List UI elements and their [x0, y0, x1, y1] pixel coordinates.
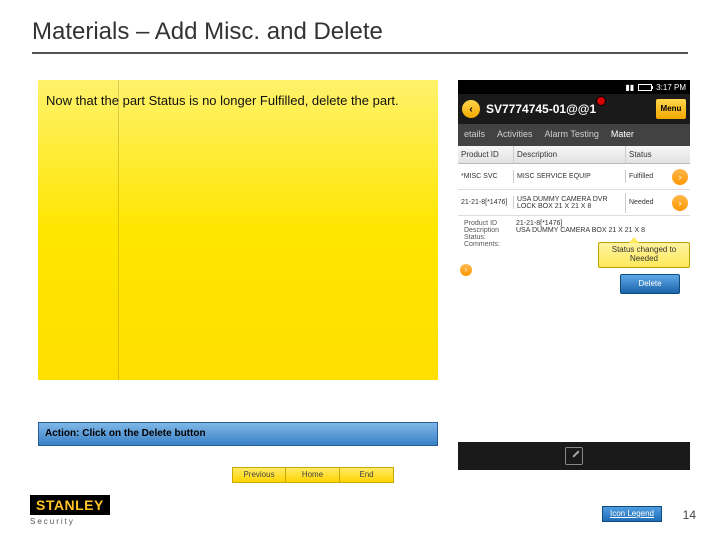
cell-status: Fulfilled	[626, 170, 670, 183]
status-callout: Status changed to Needed	[598, 242, 690, 268]
cell-description: MISC SERVICE EQUIP	[514, 170, 626, 183]
table-row[interactable]: 21-21-8[*1476] USA DUMMY CAMERA DVR LOCK…	[458, 190, 690, 216]
battery-icon	[638, 84, 652, 91]
previous-button[interactable]: Previous	[232, 467, 286, 483]
home-button[interactable]: Home	[286, 467, 340, 483]
device-bottom-bar	[458, 442, 690, 470]
action-bar: Action: Click on the Delete button	[38, 422, 438, 446]
cell-description: USA DUMMY CAMERA DVR LOCK BOX 21 X 21 X …	[514, 193, 626, 213]
edit-icon[interactable]	[565, 447, 583, 465]
detail-value: USA DUMMY CAMERA BOX 21 X 21 X 8	[516, 227, 645, 234]
materials-table: Product ID Description Status *MISC SVC …	[458, 146, 690, 442]
brand-name: STANLEY	[30, 495, 110, 515]
device-screenshot: ▮▮ 3:17 PM ‹ SV7774745-01@@1 Menu etails…	[458, 80, 690, 470]
app-bar: ‹ SV7774745-01@@1 Menu	[458, 94, 690, 124]
app-title: SV7774745-01@@1	[486, 102, 596, 116]
signal-icon: ▮▮	[625, 83, 634, 92]
tab-activities[interactable]: Activities	[491, 124, 539, 146]
row-expand-icon[interactable]: ›	[672, 195, 688, 211]
tab-alarm-testing[interactable]: Alarm Testing	[539, 124, 605, 146]
col-product-id: Product ID	[458, 146, 514, 163]
instruction-divider	[118, 80, 119, 380]
back-button[interactable]: ‹	[462, 100, 480, 118]
alert-dot-icon	[596, 96, 606, 106]
statusbar-time: 3:17 PM	[656, 83, 686, 92]
tab-materials[interactable]: Mater	[605, 124, 640, 146]
col-description: Description	[514, 146, 626, 163]
tab-details[interactable]: etails	[458, 124, 491, 146]
detail-label: Status:	[464, 234, 516, 241]
app-title-text: SV7774745-01@@1	[486, 102, 596, 116]
menu-button[interactable]: Menu	[656, 99, 686, 119]
brand-subtitle: Security	[30, 517, 110, 526]
end-button[interactable]: End	[340, 467, 394, 483]
brand-logo: STANLEY Security	[30, 495, 110, 526]
tab-bar: etails Activities Alarm Testing Mater	[458, 124, 690, 146]
collapse-arrow-icon[interactable]: ›	[460, 264, 472, 276]
delete-button[interactable]: Delete	[620, 274, 680, 294]
cell-product-id: *MISC SVC	[458, 170, 514, 183]
title-underline	[32, 52, 688, 54]
col-status: Status	[626, 146, 670, 163]
detail-value: 21-21-8[*1476]	[516, 220, 562, 227]
detail-label: Description	[464, 227, 516, 234]
action-text: Action: Click on the Delete button	[45, 428, 206, 439]
page-title: Materials – Add Misc. and Delete	[32, 18, 383, 46]
table-row[interactable]: *MISC SVC MISC SERVICE EQUIP Fulfilled ›	[458, 164, 690, 190]
page-number: 14	[683, 508, 696, 522]
device-statusbar: ▮▮ 3:17 PM	[458, 80, 690, 94]
detail-label: Comments:	[464, 241, 516, 248]
slide-nav: Previous Home End	[232, 467, 394, 483]
detail-label: Product ID	[464, 220, 516, 227]
instruction-panel: Now that the part Status is no longer Fu…	[38, 80, 438, 380]
cell-status: Needed	[626, 196, 670, 209]
row-expand-icon[interactable]: ›	[672, 169, 688, 185]
icon-legend-button[interactable]: Icon Legend	[602, 506, 662, 522]
cell-product-id: 21-21-8[*1476]	[458, 196, 514, 209]
table-header: Product ID Description Status	[458, 146, 690, 164]
instruction-text: Now that the part Status is no longer Fu…	[46, 93, 399, 108]
